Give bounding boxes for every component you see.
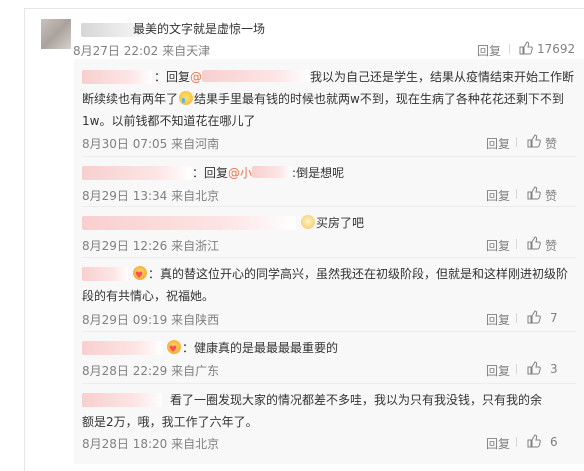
list-item: ：回复@ 我以为自己还是学生，结果从疫情结束开始工作断 断续续也有两年了 结果手里最… <box>82 66 576 132</box>
reply-meta: 8月28日 22:29 来自广东 <box>82 364 220 378</box>
thumbs-up-icon[interactable] <box>527 236 541 250</box>
mention-link[interactable]: @ <box>190 70 202 84</box>
reply-text: 段的有共情心，祝福她。 <box>82 289 215 303</box>
like-count[interactable]: 6 <box>550 435 558 449</box>
list-item: ：健康真的是最最最最重要的 <box>82 337 576 361</box>
action-divider <box>516 137 517 147</box>
cute-face-icon <box>301 215 315 229</box>
reply-button[interactable]: 回复 <box>486 135 510 152</box>
divider <box>82 206 576 207</box>
heart-eyes-icon <box>167 339 181 361</box>
reply-button[interactable]: 回复 <box>477 42 501 59</box>
reply-text: ：健康真的是最最最最重要的 <box>182 341 339 355</box>
divider <box>82 257 576 258</box>
reply-button[interactable]: 回复 <box>486 311 510 328</box>
reply-text: 断续续也有两年了 <box>82 92 179 106</box>
reply-text: 看了一圈发现大家的情况都差不多哇，我以为只有我没钱，只有我的余 <box>170 393 543 407</box>
mention-redacted[interactable] <box>252 166 293 178</box>
reply-meta: 8月30日 07:05 来自河南 <box>82 137 220 151</box>
action-divider <box>516 364 517 374</box>
reply-text: 结果手里最有钱的时候也就两w不到，现在生病了各种花花还剩下不到 <box>194 92 564 106</box>
reply-meta: 8月28日 18:20 来自北京 <box>82 437 220 451</box>
reply-button[interactable]: 回复 <box>486 435 510 452</box>
reply-prefix: ：回复 <box>192 166 229 180</box>
like-count[interactable]: 17692 <box>537 42 575 56</box>
list-item: ：回复@小 :倒是想呢 <box>82 162 576 184</box>
like-count[interactable]: 7 <box>550 311 558 325</box>
comment-text: 最美的文字就是虚惊一场 <box>133 22 266 36</box>
divider <box>82 331 576 332</box>
reply-text: :倒是想呢 <box>292 166 345 180</box>
reply-button[interactable]: 回复 <box>486 237 510 254</box>
thumbs-up-icon[interactable] <box>527 186 541 200</box>
action-divider <box>516 313 517 323</box>
avatar[interactable] <box>41 19 71 49</box>
reply-meta: 8月29日 12:26 来自浙江 <box>82 239 220 253</box>
thumbs-up-icon[interactable] <box>527 434 541 448</box>
thumbs-up-icon[interactable] <box>527 134 541 148</box>
action-divider <box>509 44 510 54</box>
reply-meta: 8月29日 13:34 来自北京 <box>82 189 220 203</box>
action-divider <box>516 189 517 199</box>
action-divider <box>516 437 517 447</box>
thumbs-up-icon[interactable] <box>519 41 533 55</box>
comment-meta: 8月27日 22:02 来自天津 <box>73 44 211 58</box>
reply-text: ：真的替这位开心的同学高兴，虽然我还在初级阶段，但就是和这样刚进初级阶 <box>148 267 569 281</box>
reply-text: 买房了吧 <box>316 216 365 230</box>
crying-face-icon <box>179 91 194 105</box>
list-item: ：真的替这位开心的同学高兴，虽然我还在初级阶段，但就是和这样刚进初级阶 段的有共… <box>82 263 576 307</box>
mention-redacted[interactable] <box>202 70 311 82</box>
like-count[interactable]: 3 <box>550 362 558 376</box>
like-button[interactable]: 赞 <box>545 187 557 204</box>
like-button[interactable]: 赞 <box>545 237 557 254</box>
divider <box>82 156 576 157</box>
divider <box>82 383 576 384</box>
thumbs-up-icon[interactable] <box>527 361 541 375</box>
reply-prefix: ：回复 <box>154 70 191 84</box>
list-item: 买房了吧 <box>82 212 576 234</box>
action-divider <box>516 239 517 249</box>
reply-text: 额是2万，哦，我工作了六年了。 <box>82 415 258 429</box>
thumbs-up-icon[interactable] <box>527 310 541 324</box>
reply-button[interactable]: 回复 <box>486 362 510 379</box>
reply-text: 我以为自己还是学生，结果从疫情结束开始工作断 <box>310 70 575 84</box>
list-item: 看了一圈发现大家的情况都差不多哇，我以为只有我没钱，只有我的余 额是2万，哦，我… <box>82 389 576 433</box>
reply-button[interactable]: 回复 <box>486 187 510 204</box>
reply-meta: 8月29日 09:19 来自陕西 <box>82 313 220 327</box>
mention-link[interactable]: @小 <box>228 166 252 180</box>
heart-eyes-icon <box>133 265 147 287</box>
like-button[interactable]: 赞 <box>545 135 557 152</box>
reply-text: 1w。以前钱都不知道花在哪儿了 <box>82 114 256 128</box>
